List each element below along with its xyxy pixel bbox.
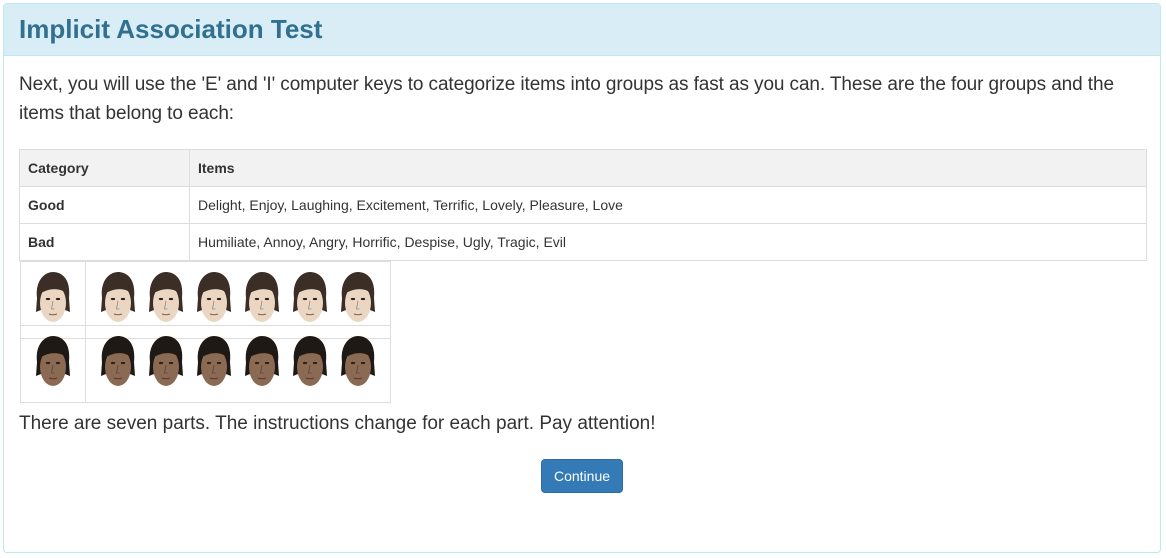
table-header-row: Category Items	[19, 149, 1147, 187]
outro-text: There are seven parts. The instructions …	[19, 413, 656, 434]
items-light-faces-cell	[84, 261, 391, 339]
dark-skin-face-image	[244, 336, 279, 386]
light-skin-face-image	[196, 272, 231, 322]
items-bad: Humiliate, Annoy, Angry, Horrific, Despi…	[189, 223, 1147, 261]
table-row	[19, 325, 391, 403]
page-title: Implicit Association Test	[19, 14, 323, 44]
category-table: Category Items Good Delight, Enjoy, Laug…	[19, 149, 1147, 403]
light-skin-face-image	[35, 272, 70, 322]
panel-heading: Implicit Association Test	[4, 4, 1160, 56]
light-skin-face-image	[292, 272, 327, 322]
items-good: Delight, Enjoy, Laughing, Excitement, Te…	[189, 186, 1147, 224]
category-light-face-cell	[19, 261, 86, 339]
panel-body: Next, you will use the 'E' and 'I' compu…	[4, 56, 1160, 493]
button-wrap: Continue	[19, 459, 1145, 493]
items-dark-faces	[94, 332, 382, 396]
table-row: Bad Humiliate, Annoy, Angry, Horrific, D…	[19, 223, 1147, 261]
column-header-items: Items	[189, 149, 1147, 187]
category-dark-face	[29, 332, 77, 396]
light-skin-face-image	[100, 272, 135, 322]
dark-skin-face-image	[340, 336, 375, 386]
light-skin-face-image	[340, 272, 375, 322]
items-light-faces	[94, 268, 382, 332]
items-dark-faces-cell	[84, 325, 391, 403]
table-row: Good Delight, Enjoy, Laughing, Excitemen…	[19, 186, 1147, 224]
light-skin-face-image	[244, 272, 279, 322]
iat-panel: Implicit Association Test Next, you will…	[3, 3, 1161, 553]
category-dark-face-cell	[19, 325, 86, 403]
category-good: Good	[19, 186, 190, 224]
intro-text: Next, you will use the 'E' and 'I' compu…	[19, 74, 1114, 124]
continue-button[interactable]: Continue	[540, 459, 624, 493]
dark-skin-face-image	[35, 336, 70, 386]
dark-skin-face-image	[292, 336, 327, 386]
column-header-category: Category	[19, 149, 190, 187]
light-skin-face-image	[148, 272, 183, 322]
table-row	[19, 261, 391, 339]
dark-skin-face-image	[148, 336, 183, 386]
category-bad: Bad	[19, 223, 190, 261]
category-light-face	[29, 268, 77, 332]
dark-skin-face-image	[196, 336, 231, 386]
dark-skin-face-image	[100, 336, 135, 386]
